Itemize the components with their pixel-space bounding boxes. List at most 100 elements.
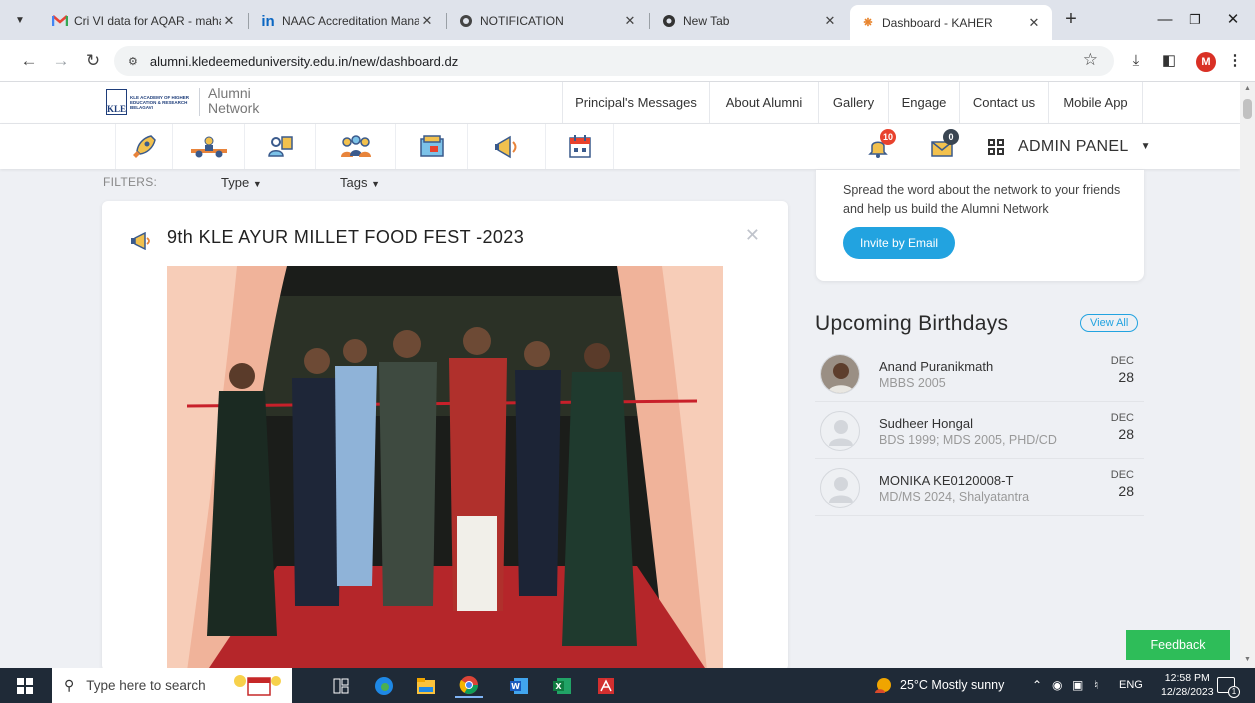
- nav-gallery[interactable]: Gallery: [818, 82, 888, 123]
- announcements-button[interactable]: [468, 124, 546, 169]
- weather-text[interactable]: 25°C Mostly sunny: [900, 668, 1004, 703]
- close-icon[interactable]: ✕: [419, 13, 435, 29]
- megaphone-icon: [131, 232, 150, 250]
- search-icon: ⚲: [64, 677, 75, 693]
- nav-engage[interactable]: Engage: [888, 82, 959, 123]
- language-indicator[interactable]: ENG: [1119, 668, 1143, 703]
- volume-icon[interactable]: ♮: [1094, 668, 1098, 703]
- close-icon[interactable]: ✕: [745, 225, 760, 246]
- page-scrollbar[interactable]: [1240, 82, 1255, 668]
- close-icon[interactable]: ✕: [221, 13, 237, 29]
- weather-icon[interactable]: [873, 677, 893, 698]
- invite-by-email-button[interactable]: Invite by Email: [843, 227, 956, 259]
- type-filter-dropdown[interactable]: Type ▼: [221, 175, 262, 190]
- url-text: alumni.kledeemeduniversity.edu.in/new/da…: [149, 53, 459, 69]
- edge-icon[interactable]: [370, 673, 398, 698]
- taskbar-search-box[interactable]: ⚲ Type here to search: [52, 668, 292, 703]
- restore-icon[interactable]: ❐: [1180, 8, 1210, 32]
- close-icon[interactable]: ✕: [822, 13, 838, 29]
- search-placeholder: Type here to search: [86, 678, 206, 693]
- birthday-row[interactable]: Anand Puranikmath MBBS 2005 DEC 28: [815, 345, 1144, 402]
- task-view-icon[interactable]: [327, 673, 355, 698]
- new-tab-button[interactable]: +: [1060, 9, 1082, 31]
- jobs-button[interactable]: [396, 124, 468, 169]
- site-settings-icon[interactable]: ⚙: [128, 55, 138, 68]
- messages-button[interactable]: 0: [922, 124, 962, 169]
- tray-overflow-icon[interactable]: ⌃: [1032, 668, 1042, 703]
- notifications-badge: 10: [880, 129, 897, 145]
- birthday-row[interactable]: Sudheer Hongal BDS 1999; MDS 2005, PHD/C…: [815, 402, 1144, 459]
- back-icon[interactable]: ←: [18, 50, 40, 72]
- minimize-icon[interactable]: —: [1150, 8, 1180, 32]
- tags-filter-dropdown[interactable]: Tags ▼: [340, 175, 380, 190]
- scroll-up-icon[interactable]: ▲: [1240, 82, 1255, 96]
- windows-taskbar: ⚲ Type here to search W X 25°C Mostly su…: [0, 668, 1255, 703]
- close-icon[interactable]: ✕: [622, 13, 638, 29]
- chrome-icon[interactable]: [455, 673, 483, 698]
- tab-gmail[interactable]: Cri VI data for AQAR - maha ✕: [42, 6, 247, 36]
- network-people-button[interactable]: [173, 124, 245, 169]
- forward-icon[interactable]: →: [50, 50, 72, 72]
- caret-down-icon: ▼: [1140, 141, 1151, 152]
- address-bar[interactable]: ⚙ alumni.kledeemeduniversity.edu.in/new/…: [114, 46, 1114, 76]
- admin-panel-dropdown[interactable]: ADMIN PANEL ▼: [988, 124, 1151, 169]
- view-all-button[interactable]: View All: [1080, 314, 1139, 332]
- taskbar-clock[interactable]: 12:58 PM 12/28/2023: [1161, 671, 1214, 699]
- tab-new-tab[interactable]: New Tab ✕: [651, 6, 848, 36]
- action-center-icon[interactable]: 1: [1217, 677, 1240, 698]
- brand-name[interactable]: Alumni Network: [208, 86, 259, 116]
- groups-button[interactable]: [316, 124, 396, 169]
- tab-linkedin[interactable]: in NAAC Accreditation Manage ✕: [250, 6, 445, 36]
- tab-dashboard-kaher[interactable]: ❋ Dashboard - KAHER ✕: [850, 5, 1052, 40]
- logo-mark: KLE: [106, 89, 128, 115]
- windows-start-icon[interactable]: [17, 678, 33, 694]
- folder-icon: [419, 134, 444, 157]
- file-explorer-icon[interactable]: [412, 673, 440, 698]
- browser-tab-strip: ▼ Cri VI data for AQAR - maha ✕ in NAAC …: [0, 0, 1255, 40]
- excel-icon[interactable]: X: [548, 673, 576, 698]
- window-close-icon[interactable]: ✕: [1218, 8, 1248, 32]
- default-avatar-icon: [820, 411, 860, 451]
- scroll-down-icon[interactable]: ▼: [1240, 653, 1255, 667]
- download-icon[interactable]: ⤓: [1125, 50, 1147, 72]
- bookmark-star-icon[interactable]: ☆: [1083, 50, 1098, 70]
- nav-contact-us[interactable]: Contact us: [959, 82, 1048, 123]
- logo-divider: [199, 88, 200, 116]
- scroll-thumb[interactable]: [1243, 99, 1252, 119]
- tab-notification[interactable]: NOTIFICATION ✕: [448, 6, 648, 36]
- caret-down-icon: ▼: [252, 179, 262, 189]
- network-icon[interactable]: ▣: [1072, 668, 1083, 703]
- directory-button[interactable]: [245, 124, 316, 169]
- tab-search-chevron-icon[interactable]: ▼: [10, 11, 30, 31]
- word-icon[interactable]: W: [505, 673, 533, 698]
- post-card: 9th KLE AYUR MILLET FOOD FEST -2023 ✕: [102, 201, 788, 671]
- brand-line-2: Network: [208, 100, 260, 116]
- people-network-icon: [190, 136, 227, 157]
- calendar-icon: [568, 134, 591, 158]
- nav-mobile-app[interactable]: Mobile App: [1048, 82, 1143, 123]
- events-button[interactable]: [546, 124, 614, 169]
- acrobat-icon[interactable]: [592, 673, 620, 698]
- birthday-row[interactable]: MONIKA KE0120008-T MD/MS 2024, Shalyatan…: [815, 459, 1144, 516]
- side-panel-icon[interactable]: ◧: [1158, 50, 1180, 72]
- filters-label: FILTERS:: [103, 175, 158, 189]
- post-photo[interactable]: [167, 266, 723, 671]
- more-menu-icon[interactable]: ⋮: [1224, 50, 1246, 72]
- birthday-month: DEC: [1110, 412, 1134, 424]
- launch-rocket-button[interactable]: [115, 124, 173, 169]
- birthday-day: 28: [1118, 369, 1134, 385]
- feedback-button[interactable]: Feedback: [1126, 630, 1230, 660]
- location-icon[interactable]: ◉: [1052, 668, 1062, 703]
- default-avatar-icon: [820, 468, 860, 508]
- nav-about-alumni[interactable]: About Alumni: [709, 82, 818, 123]
- nav-principals-messages[interactable]: Principal's Messages: [562, 82, 709, 123]
- reload-icon[interactable]: ↻: [82, 50, 104, 72]
- svg-text:W: W: [511, 682, 520, 691]
- megaphone-icon: [494, 135, 516, 158]
- close-icon[interactable]: ✕: [1026, 15, 1042, 31]
- tab-separator: [649, 13, 650, 29]
- profile-avatar[interactable]: M: [1196, 52, 1216, 72]
- linkedin-icon: in: [261, 12, 275, 30]
- kle-logo[interactable]: KLE KLE ACADEMY OF HIGHER EDUCATION & RE…: [106, 87, 194, 117]
- notifications-button[interactable]: 10: [858, 124, 898, 169]
